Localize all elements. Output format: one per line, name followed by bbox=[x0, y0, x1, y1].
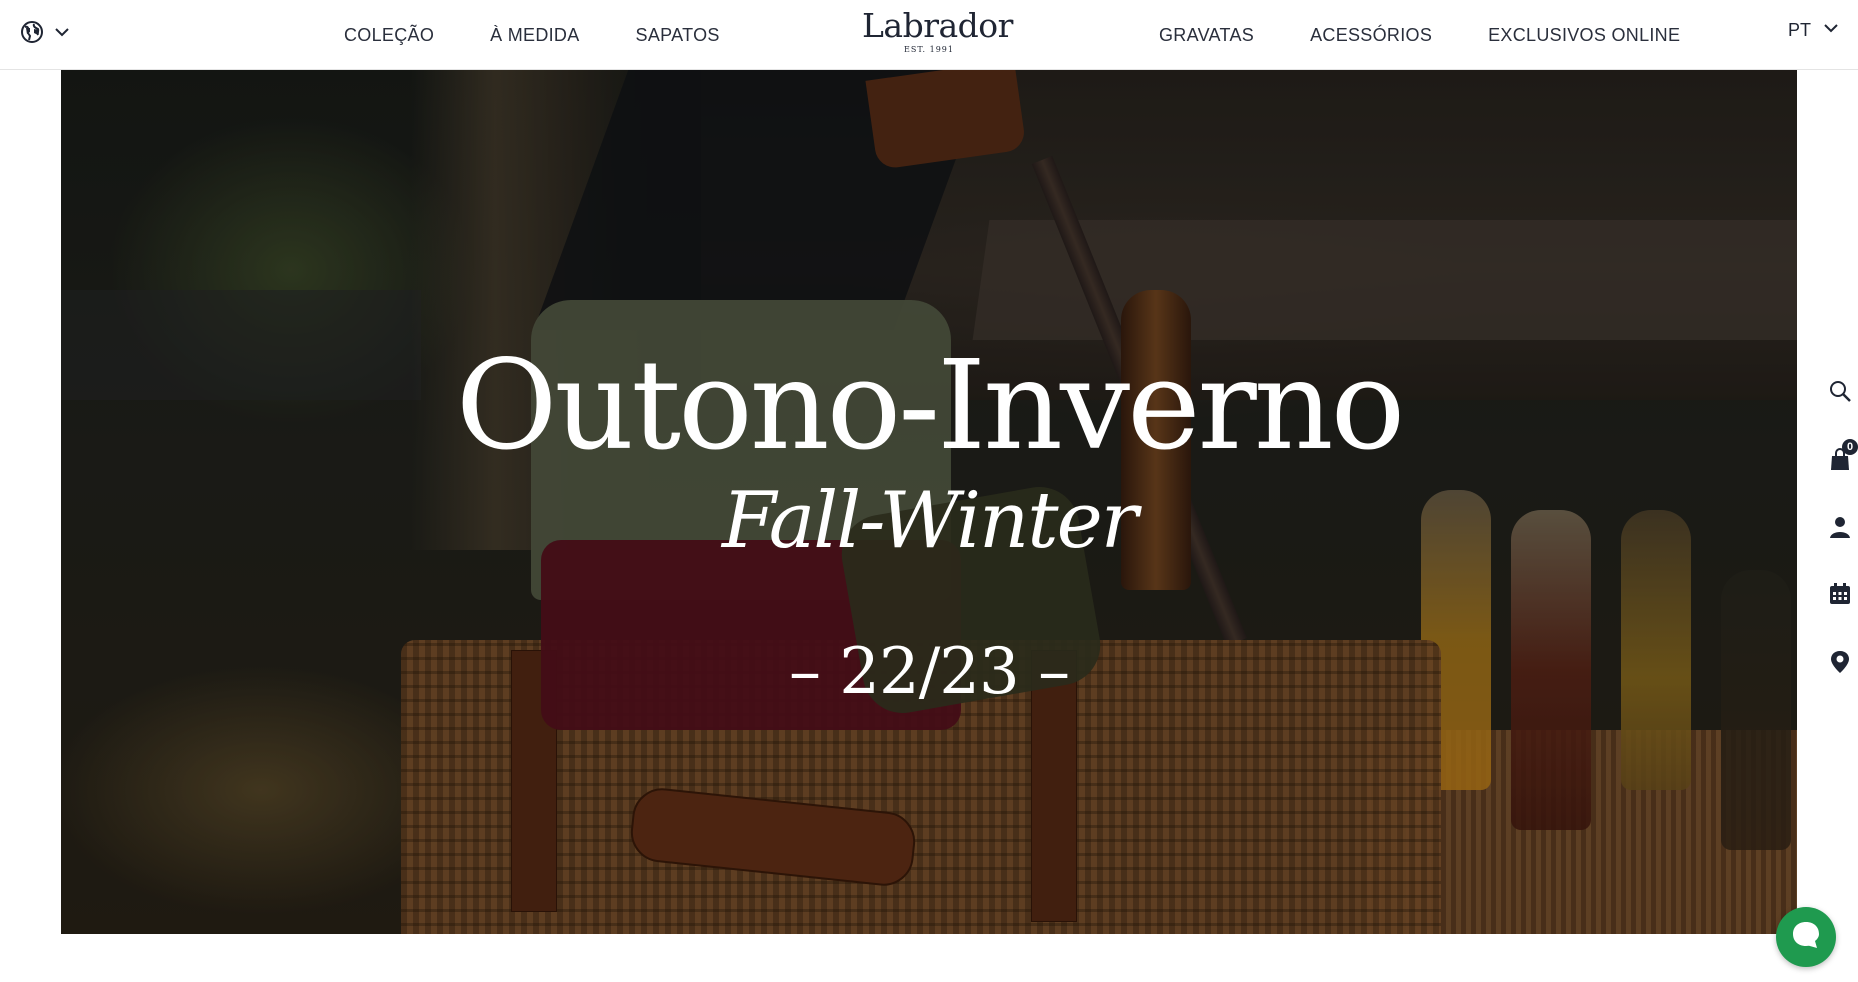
nav-item-a-medida[interactable]: À MEDIDA bbox=[490, 25, 579, 46]
hero-banner[interactable]: Outono-Inverno Fall-Winter – 22/23 – bbox=[61, 70, 1797, 934]
hero-title: Outono-Inverno bbox=[455, 334, 1406, 478]
language-label: PT bbox=[1788, 20, 1812, 40]
chevron-down-icon bbox=[54, 24, 70, 45]
chat-bubble-icon bbox=[1791, 920, 1821, 955]
nav-left: COLEÇÃO À MEDIDA SAPATOS bbox=[344, 0, 720, 70]
nav-right: GRAVATAS ACESSÓRIOS EXCLUSIVOS ONLINE bbox=[1159, 0, 1680, 70]
hero-season: – 22/23 – bbox=[788, 635, 1070, 709]
region-selector[interactable] bbox=[20, 20, 70, 49]
nav-item-sapatos[interactable]: SAPATOS bbox=[636, 25, 720, 46]
hero-subtitle: Fall-Winter bbox=[721, 476, 1138, 566]
location-pin-icon[interactable] bbox=[1828, 650, 1852, 674]
user-icon[interactable] bbox=[1828, 515, 1852, 539]
chat-button[interactable] bbox=[1776, 907, 1836, 967]
nav-item-acessorios[interactable]: ACESSÓRIOS bbox=[1310, 25, 1432, 46]
calendar-icon[interactable] bbox=[1828, 582, 1852, 606]
logo-est: EST. 1991 bbox=[904, 45, 954, 54]
chevron-down-icon bbox=[1823, 20, 1839, 41]
logo-name: Labrador bbox=[862, 6, 1013, 45]
bag-icon[interactable]: 0 bbox=[1828, 439, 1858, 471]
site-logo[interactable]: Labrador EST. 1991 bbox=[862, 6, 1013, 55]
site-header: COLEÇÃO À MEDIDA SAPATOS Labrador EST. 1… bbox=[0, 0, 1858, 70]
nav-item-exclusivos-online[interactable]: EXCLUSIVOS ONLINE bbox=[1488, 25, 1680, 46]
nav-item-gravatas[interactable]: GRAVATAS bbox=[1159, 25, 1254, 46]
cart-count-badge: 0 bbox=[1842, 439, 1858, 455]
search-icon[interactable] bbox=[1828, 379, 1852, 403]
nav-item-colecao[interactable]: COLEÇÃO bbox=[344, 25, 434, 46]
hero-text: Outono-Inverno Fall-Winter – 22/23 – bbox=[61, 70, 1797, 934]
globe-icon bbox=[20, 20, 44, 49]
language-selector[interactable]: PT bbox=[1788, 20, 1839, 41]
